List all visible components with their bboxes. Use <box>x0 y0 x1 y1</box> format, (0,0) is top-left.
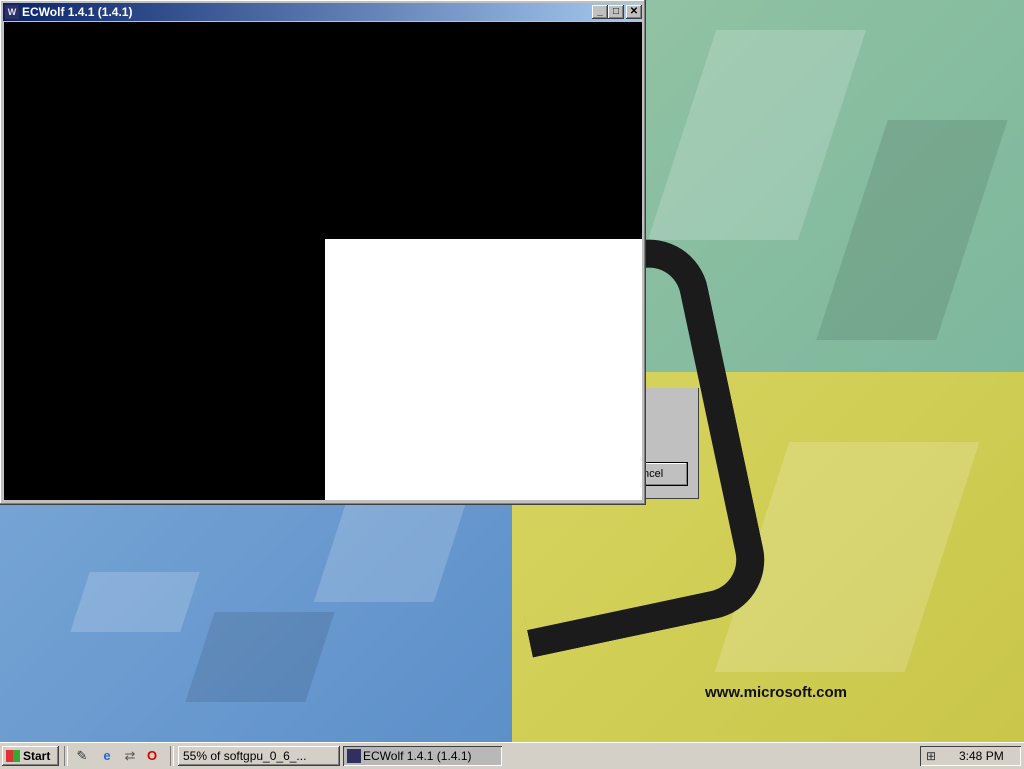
internet-explorer-icon[interactable]: e <box>98 747 116 765</box>
game-viewport[interactable] <box>4 22 642 500</box>
minimize-button[interactable]: _ <box>592 5 608 19</box>
maximize-button[interactable]: □ <box>608 5 624 19</box>
ecwolf-app-icon <box>347 749 361 763</box>
taskbar-separator <box>64 746 68 766</box>
start-button[interactable]: Start <box>2 746 59 766</box>
windows-logo-icon <box>6 750 20 762</box>
background-dialog: ncel <box>640 388 699 499</box>
wallpaper-pane <box>816 120 1008 340</box>
task-label: 55% of softgpu_0_6_... <box>183 749 307 763</box>
close-button[interactable]: ✕ <box>626 5 642 19</box>
opera-icon[interactable]: O <box>143 747 161 765</box>
wallpaper-pane <box>70 572 200 632</box>
cancel-button[interactable]: ncel <box>640 462 688 486</box>
taskbar: Start ✎ e ⇄ O 55% of softgpu_0_6_... ECW… <box>0 742 1024 769</box>
microsoft-url-watermark: www.microsoft.com <box>705 684 847 701</box>
wallpaper-pane <box>313 502 467 602</box>
desktop: www.microsoft.com ncel W ECWolf 1.4.1 (1… <box>0 0 1024 742</box>
network-tray-icon[interactable]: ⊞ <box>926 748 942 764</box>
clock[interactable]: 3:48 PM <box>959 749 1004 763</box>
ecwolf-window: W ECWolf 1.4.1 (1.4.1) _ □ ✕ <box>0 0 646 505</box>
wallpaper-pane <box>185 612 335 702</box>
show-desktop-icon[interactable]: ✎ <box>73 747 91 765</box>
window-titlebar[interactable]: W ECWolf 1.4.1 (1.4.1) _ □ ✕ <box>3 3 642 21</box>
task-label: ECWolf 1.4.1 (1.4.1) <box>363 749 472 763</box>
unrendered-area <box>325 239 642 500</box>
wallpaper-pane <box>647 30 867 240</box>
network-icon[interactable]: ⇄ <box>121 747 139 765</box>
system-tray: ⊞ 3:48 PM <box>920 746 1021 766</box>
window-title: ECWolf 1.4.1 (1.4.1) <box>22 5 133 19</box>
ecwolf-app-icon[interactable]: W <box>5 5 19 19</box>
taskbar-separator <box>170 746 174 766</box>
taskbar-button-ecwolf[interactable]: ECWolf 1.4.1 (1.4.1) <box>343 746 502 766</box>
start-label: Start <box>23 749 51 763</box>
taskbar-button-download[interactable]: 55% of softgpu_0_6_... <box>178 746 340 766</box>
